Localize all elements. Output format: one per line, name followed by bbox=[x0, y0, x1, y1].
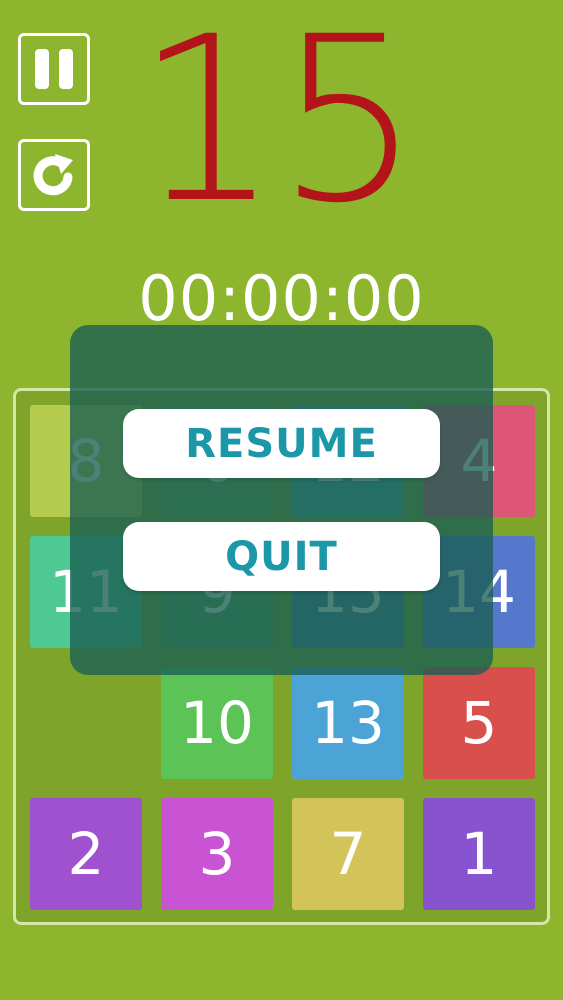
tile-1[interactable]: 1 bbox=[423, 798, 535, 910]
pause-button[interactable] bbox=[18, 33, 90, 105]
restart-button[interactable] bbox=[18, 139, 90, 211]
tile-5[interactable]: 5 bbox=[423, 667, 535, 779]
pause-icon bbox=[35, 49, 73, 89]
game-screen: 15 00:00:00 861241191514101352371 RESUME… bbox=[0, 0, 563, 1000]
resume-button[interactable]: RESUME bbox=[123, 409, 440, 478]
tile-3[interactable]: 3 bbox=[161, 798, 273, 910]
tile-7[interactable]: 7 bbox=[292, 798, 404, 910]
tile-2[interactable]: 2 bbox=[30, 798, 142, 910]
restart-icon bbox=[33, 154, 73, 196]
tile-13[interactable]: 13 bbox=[292, 667, 404, 779]
game-title-number: 15 bbox=[135, 0, 421, 253]
quit-button[interactable]: QUIT bbox=[123, 522, 440, 591]
pause-menu-overlay: RESUME QUIT bbox=[70, 325, 493, 675]
tile-10[interactable]: 10 bbox=[161, 667, 273, 779]
